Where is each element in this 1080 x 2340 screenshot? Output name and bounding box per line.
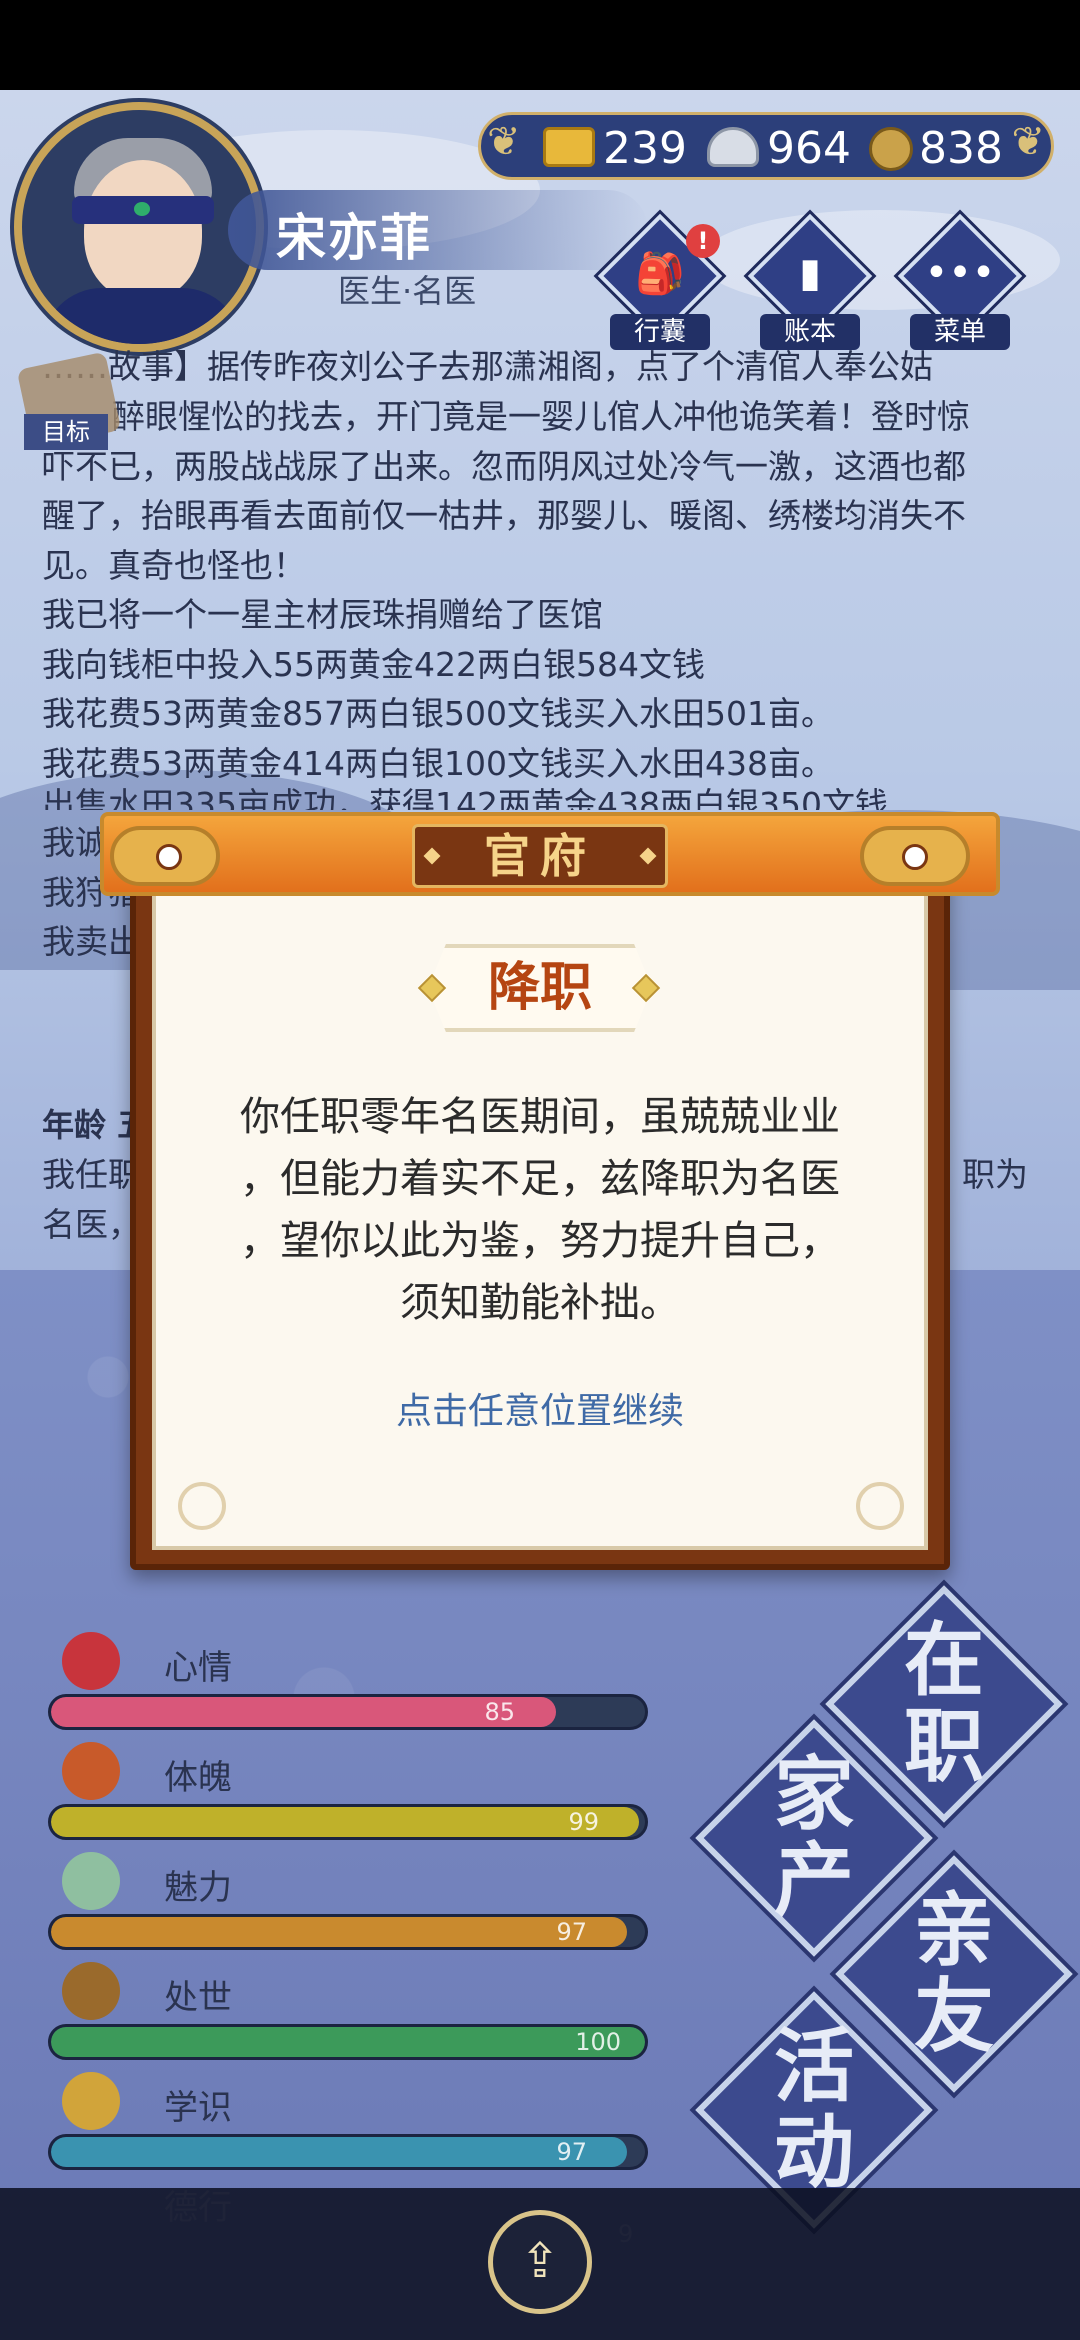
- message-line: 须知勤能补拙。: [400, 1280, 680, 1326]
- message-line: ，但能力着实不足，兹降职为名医: [240, 1156, 840, 1202]
- demote-tag: 降职: [487, 958, 592, 1018]
- modal-message: 你任职零年名医期间，虽兢兢业业 ，但能力着实不足，兹降职为名医 ，望你以此为鉴，…: [200, 1086, 880, 1334]
- corner-ornament-right: [856, 1482, 904, 1530]
- continue-hint[interactable]: 点击任意位置继续: [200, 1382, 880, 1434]
- knob-hole: [156, 844, 182, 870]
- corner-ornament-left: [178, 1482, 226, 1530]
- header-knob-right: [860, 826, 970, 886]
- knob-hole: [902, 844, 928, 870]
- modal-title: 官府: [412, 824, 668, 888]
- header-knob-left: [110, 826, 220, 886]
- message-line: 你任职零年名医期间，虽兢兢业业: [240, 1094, 840, 1140]
- message-line: ，望你以此为鉴，努力提升自己，: [240, 1218, 840, 1264]
